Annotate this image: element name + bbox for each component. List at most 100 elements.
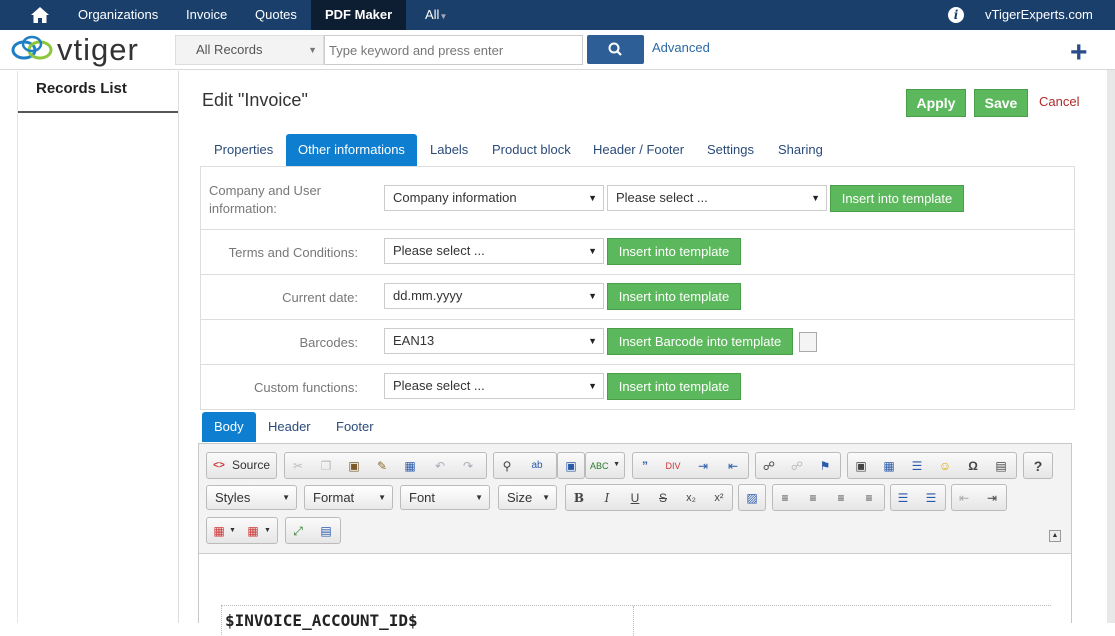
align-justify-icon[interactable]: ≡: [861, 490, 877, 506]
bulleted-list-icon[interactable]: ☰: [923, 490, 939, 506]
info-icon[interactable]: i: [948, 7, 964, 23]
nav-quotes[interactable]: Quotes: [255, 0, 297, 30]
subscript-icon[interactable]: x₂: [683, 490, 699, 506]
tab-product-block[interactable]: Product block: [480, 134, 583, 166]
page-break-icon[interactable]: ▤: [993, 458, 1009, 474]
search-button[interactable]: [587, 35, 644, 64]
editor-tab-header[interactable]: Header: [256, 412, 323, 442]
paste-icon[interactable]: ▣: [346, 458, 362, 474]
clipboard-group: ✂ ❐ ▣ ✎ ▦ ↶ ↷: [284, 452, 487, 479]
underline-icon[interactable]: U: [627, 490, 643, 506]
align-center-icon[interactable]: ≡: [805, 490, 821, 506]
strikethrough-icon[interactable]: S: [655, 490, 671, 506]
size-combo[interactable]: Size ▼: [498, 485, 557, 510]
align-left-icon[interactable]: ≡: [777, 490, 793, 506]
company-info-select[interactable]: Company information ▼: [384, 185, 604, 211]
search-input[interactable]: [324, 35, 583, 65]
redo-icon[interactable]: ↷: [460, 458, 476, 474]
maximize-icon[interactable]: ⤢: [290, 523, 306, 539]
styles-label: Styles: [215, 490, 251, 505]
outdent-icon[interactable]: ⇤: [956, 490, 972, 506]
insert-barcode-button[interactable]: Insert Barcode into template: [607, 328, 793, 355]
tab-labels[interactable]: Labels: [418, 134, 480, 166]
cut-icon[interactable]: ✂: [290, 458, 306, 474]
spellcheck-button[interactable]: ABC ▼: [585, 452, 625, 479]
insert-custom-button[interactable]: Insert into template: [607, 373, 741, 400]
home-icon[interactable]: [30, 6, 50, 24]
cancel-link[interactable]: Cancel: [1039, 94, 1079, 109]
user-menu[interactable]: vTigerExperts.com: [985, 0, 1093, 30]
editor-tab-footer[interactable]: Footer: [324, 412, 386, 442]
header-bar: vtiger All Records ▼ Advanced: [0, 30, 1115, 70]
find-icon[interactable]: ⚲: [499, 458, 515, 474]
copy-icon[interactable]: ❐: [318, 458, 334, 474]
superscript-icon[interactable]: x²: [711, 490, 727, 506]
page-scrollbar[interactable]: [1107, 70, 1115, 623]
replace-icon[interactable]: ab: [529, 458, 545, 474]
company-field-select[interactable]: Please select ... ▼: [607, 185, 827, 211]
paste-text-icon[interactable]: ✎: [374, 458, 390, 474]
align-right-icon[interactable]: ≡: [833, 490, 849, 506]
blockquote-icon[interactable]: ”: [637, 458, 653, 474]
format-combo[interactable]: Format ▼: [304, 485, 393, 510]
table-grid-icon[interactable]: ▦: [245, 523, 261, 539]
special-char-icon[interactable]: Ω: [965, 458, 981, 474]
font-combo[interactable]: Font ▼: [400, 485, 490, 510]
text-color-icon[interactable]: ▦: [211, 523, 227, 539]
text-ltr-icon[interactable]: ⇥: [695, 458, 711, 474]
insert-company-button[interactable]: Insert into template: [830, 185, 964, 212]
insert-date-button[interactable]: Insert into template: [607, 283, 741, 310]
collapse-toolbar-icon[interactable]: ▲: [1049, 530, 1061, 542]
nav-all[interactable]: All▼: [425, 0, 447, 30]
anchor-icon[interactable]: ⚑: [817, 458, 833, 474]
paste-word-icon[interactable]: ▦: [402, 458, 418, 474]
text-rtl-icon[interactable]: ⇤: [725, 458, 741, 474]
horizontal-rule-icon[interactable]: ☰: [909, 458, 925, 474]
plus-icon[interactable]: +: [1070, 38, 1088, 68]
terms-label: Terms and Conditions:: [228, 245, 358, 260]
bold-icon[interactable]: B: [571, 490, 587, 506]
link-icon[interactable]: ☍: [761, 458, 777, 474]
table-icon[interactable]: ▦: [881, 458, 897, 474]
apply-button[interactable]: Apply: [906, 89, 966, 117]
tab-properties[interactable]: Properties: [202, 134, 285, 166]
record-scope-select[interactable]: All Records ▼: [175, 35, 324, 65]
chevron-down-icon: ▼: [588, 291, 597, 301]
record-scope-value: All Records: [196, 42, 263, 57]
italic-icon[interactable]: I: [599, 490, 615, 506]
styles-combo[interactable]: Styles ▼: [206, 485, 297, 510]
unlink-icon[interactable]: ☍: [789, 458, 805, 474]
table-cell[interactable]: $INVOICE_ACCOUNT_ID$: [222, 606, 634, 636]
show-blocks-icon[interactable]: ▤: [318, 523, 334, 539]
barcode-type-select[interactable]: EAN13 ▼: [384, 328, 604, 354]
custom-functions-select[interactable]: Please select ... ▼: [384, 373, 604, 399]
tab-other-informations[interactable]: Other informations: [286, 134, 417, 166]
div-container-icon[interactable]: DIV: [665, 458, 681, 474]
smiley-icon[interactable]: ☺: [937, 458, 953, 474]
editor-content[interactable]: $INVOICE_ACCOUNT_ID$: [199, 553, 1071, 636]
nav-organizations[interactable]: Organizations: [78, 0, 158, 30]
indent-icon[interactable]: ⇥: [984, 490, 1000, 506]
remove-format-button[interactable]: ▨: [738, 484, 766, 511]
tab-sharing[interactable]: Sharing: [766, 134, 835, 166]
top-navbar: Organizations Invoice Quotes PDF Maker A…: [0, 0, 1115, 30]
help-button[interactable]: ?: [1023, 452, 1053, 479]
editor-tab-body[interactable]: Body: [202, 412, 256, 442]
advanced-search-link[interactable]: Advanced: [652, 40, 710, 55]
tab-header-footer[interactable]: Header / Footer: [581, 134, 696, 166]
date-format-select[interactable]: dd.mm.yyyy ▼: [384, 283, 604, 309]
numbered-list-icon[interactable]: ☰: [895, 490, 911, 506]
tab-settings[interactable]: Settings: [695, 134, 766, 166]
image-icon[interactable]: ▣: [853, 458, 869, 474]
terms-select[interactable]: Please select ... ▼: [384, 238, 604, 264]
vtiger-logo[interactable]: vtiger: [10, 32, 160, 68]
source-button[interactable]: <> Source: [206, 452, 277, 479]
select-all-button[interactable]: ▣: [557, 452, 585, 479]
nav-pdf-maker[interactable]: PDF Maker: [311, 0, 407, 30]
form-row-terms: Terms and Conditions: Please select ... ▼…: [201, 230, 1074, 275]
rich-text-editor: <> Source ✂ ❐ ▣ ✎ ▦ ↶ ↷ ⚲ ab ▣ ABC ▼ ” D…: [198, 443, 1072, 636]
save-button[interactable]: Save: [974, 89, 1028, 117]
insert-terms-button[interactable]: Insert into template: [607, 238, 741, 265]
undo-icon[interactable]: ↶: [432, 458, 448, 474]
nav-invoice[interactable]: Invoice: [186, 0, 227, 30]
